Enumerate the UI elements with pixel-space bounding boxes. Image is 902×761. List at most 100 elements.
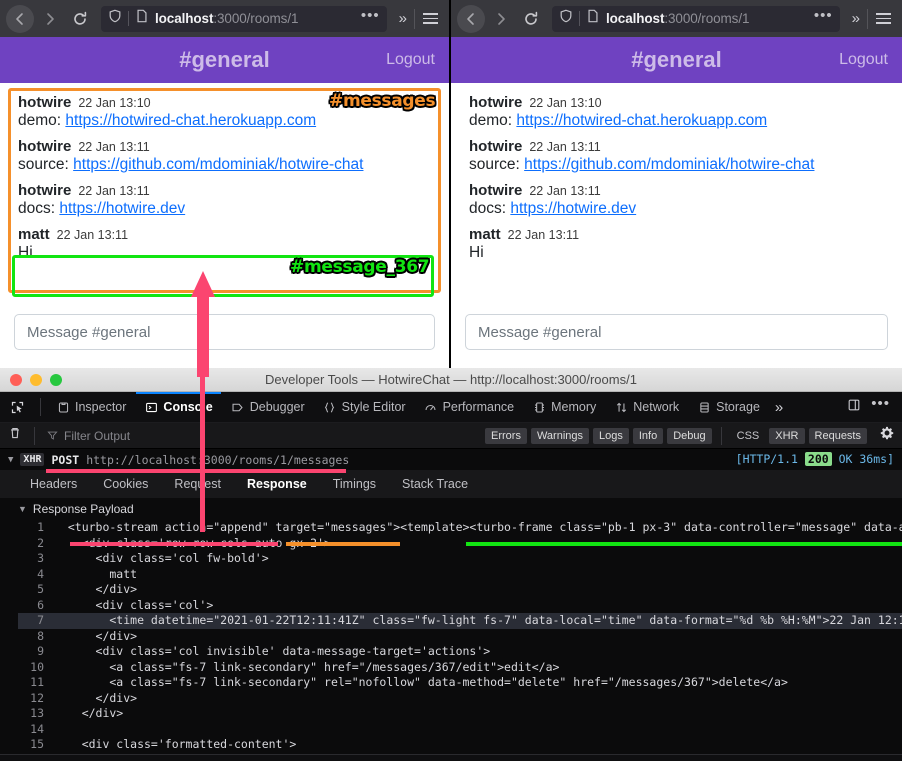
divider	[34, 426, 35, 445]
filter-pill-info[interactable]: Info	[632, 427, 664, 444]
message-body: Hi	[469, 244, 484, 261]
page-actions-icon[interactable]: •••	[361, 8, 380, 25]
subtab-timings[interactable]: Timings	[321, 470, 388, 498]
back-button[interactable]	[457, 4, 485, 33]
subtab-cookies[interactable]: Cookies	[91, 470, 160, 498]
network-request-row[interactable]: ▼ XHR POST http://localhost:3000/rooms/1…	[0, 449, 902, 470]
tab-inspector[interactable]: Inspector	[48, 392, 134, 423]
overflow-chevron-icon[interactable]: »	[847, 10, 865, 27]
message-item: hotwire 22 Jan 13:11 source: https://git…	[14, 135, 435, 179]
code-line: 13 </div>	[18, 706, 902, 722]
tab-memory[interactable]: Memory	[524, 392, 604, 423]
tab-console[interactable]: Console	[136, 391, 222, 423]
request-url: http://localhost:3000/rooms/1/messages	[86, 452, 350, 467]
message-link[interactable]: https://hotwired-chat.herokuapp.com	[65, 112, 316, 129]
tab-storage[interactable]: Storage	[689, 392, 768, 423]
log-level-filters: Errors Warnings Logs Info Debug CSS XHR …	[485, 426, 867, 445]
devtools-more-icon[interactable]: •••	[871, 396, 890, 413]
message-input-left[interactable]: Message #general	[14, 314, 435, 350]
code-line-highlighted: 7 <time datetime="2021-01-22T12:11:41Z" …	[18, 613, 902, 629]
code-line: 15 <div class='formatted-content'>	[18, 737, 902, 753]
line-number: 6	[37, 597, 44, 612]
line-number: 10	[30, 659, 44, 674]
menu-icon[interactable]	[870, 13, 896, 24]
subtab-request[interactable]: Request	[162, 470, 233, 498]
message-link[interactable]: https://github.com/mdominiak/hotwire-cha…	[73, 156, 363, 173]
line-text: <div class='col fw-bold'>	[54, 551, 269, 565]
code-line: 14	[18, 722, 902, 738]
expand-caret-icon[interactable]: ▼	[8, 455, 13, 465]
room-title: #general	[179, 47, 270, 72]
message-item-new: matt 22 Jan 13:11 Hi	[14, 223, 435, 267]
filter-pill-logs[interactable]: Logs	[593, 427, 629, 444]
request-detail-subtabs: Headers Cookies Request Response Timings…	[0, 470, 902, 498]
console-filter-bar: Filter Output Errors Warnings Logs Info …	[0, 423, 902, 449]
response-payload-header[interactable]: ▼ Response Payload	[0, 498, 902, 520]
message-meta: matt 22 Jan 13:11	[469, 226, 884, 243]
style-editor-icon	[323, 400, 337, 414]
toolbar-overflow-icon[interactable]: »	[770, 399, 788, 416]
devtools-statusbar	[0, 754, 902, 761]
reload-button[interactable]	[517, 5, 545, 33]
filter-pill-xhr[interactable]: XHR	[769, 427, 805, 444]
trash-icon[interactable]	[8, 426, 22, 445]
filter-pill-css[interactable]: CSS	[731, 428, 766, 444]
back-button[interactable]	[6, 4, 34, 33]
message-time: 22 Jan 13:10	[78, 96, 151, 110]
message-input-right[interactable]: Message #general	[465, 314, 888, 350]
message-link[interactable]: https://hotwire.dev	[59, 200, 185, 217]
filter-pill-warnings[interactable]: Warnings	[530, 427, 590, 444]
tab-network[interactable]: Network	[606, 392, 687, 423]
message-item: hotwire 22 Jan 13:10 demo: https://hotwi…	[465, 91, 888, 135]
line-number: 4	[37, 566, 44, 581]
code-line: 8 </div>	[18, 629, 902, 645]
url-path: :3000/rooms/1	[213, 11, 299, 26]
page-icon	[135, 9, 149, 28]
filter-pill-errors[interactable]: Errors	[485, 427, 527, 444]
dock-position-icon[interactable]	[847, 398, 861, 417]
chat-messages-list-left: hotwire 22 Jan 13:10 demo: https://hotwi…	[0, 83, 449, 368]
reload-button[interactable]	[66, 5, 94, 33]
subtab-stack-trace[interactable]: Stack Trace	[390, 470, 480, 498]
devtools-toolbar: Inspector Console Debugger Style Editor …	[0, 391, 902, 423]
tab-label: Debugger	[249, 400, 305, 414]
logout-link[interactable]: Logout	[386, 51, 435, 69]
storage-icon	[697, 400, 711, 414]
code-line: 10 <a class="fs-7 link-secondary" href="…	[18, 660, 902, 676]
message-link[interactable]: https://hotwire.dev	[510, 200, 636, 217]
forward-button[interactable]	[487, 5, 515, 33]
expand-caret-icon[interactable]: ▼	[18, 504, 27, 514]
message-link[interactable]: https://github.com/mdominiak/hotwire-cha…	[524, 156, 814, 173]
response-payload-code: 1 <turbo-stream action="append" target="…	[0, 520, 902, 761]
message-meta: hotwire 22 Jan 13:10	[469, 94, 884, 111]
message-time: 22 Jan 13:11	[507, 228, 580, 242]
filter-output-input[interactable]: Filter Output	[47, 429, 478, 443]
logout-link[interactable]: Logout	[839, 51, 888, 69]
line-text: <div class='col invisible' data-message-…	[54, 644, 491, 658]
page-actions-icon[interactable]: •••	[814, 8, 833, 25]
divider	[867, 8, 868, 29]
gear-icon[interactable]	[880, 426, 894, 445]
address-bar[interactable]: localhost:3000/rooms/1 •••	[552, 5, 840, 32]
tab-style-editor[interactable]: Style Editor	[315, 392, 414, 423]
message-link[interactable]: https://hotwired-chat.herokuapp.com	[516, 112, 767, 129]
message-body: source: https://github.com/mdominiak/hot…	[18, 156, 431, 174]
tab-debugger[interactable]: Debugger	[223, 392, 313, 423]
devtools-window: Developer Tools — HotwireChat — http://l…	[0, 368, 902, 761]
tab-label: Network	[633, 400, 680, 414]
subtab-response[interactable]: Response	[235, 470, 319, 498]
overflow-chevron-icon[interactable]: »	[394, 10, 412, 27]
message-body: source: https://github.com/mdominiak/hot…	[469, 156, 884, 174]
filter-pill-debug[interactable]: Debug	[667, 427, 712, 444]
forward-button[interactable]	[36, 5, 64, 33]
divider	[720, 426, 722, 445]
menu-icon[interactable]	[417, 13, 443, 24]
message-item: hotwire 22 Jan 13:11 docs: https://hotwi…	[465, 179, 888, 223]
filter-pill-requests[interactable]: Requests	[808, 427, 867, 444]
subtab-headers[interactable]: Headers	[18, 470, 89, 498]
message-meta: hotwire 22 Jan 13:11	[18, 138, 431, 155]
element-picker-icon[interactable]	[8, 400, 33, 415]
tab-performance[interactable]: Performance	[416, 392, 523, 423]
address-bar[interactable]: localhost:3000/rooms/1 •••	[101, 5, 387, 32]
line-number: 14	[30, 721, 44, 736]
